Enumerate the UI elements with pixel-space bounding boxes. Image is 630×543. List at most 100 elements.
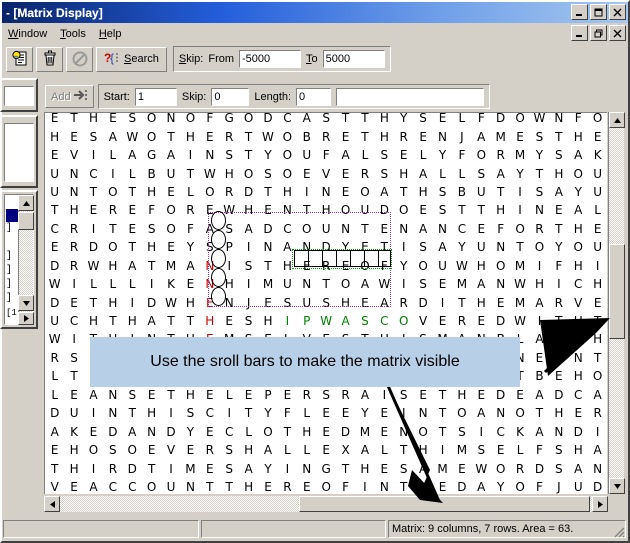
matrix-cell[interactable]: I xyxy=(297,183,316,201)
matrix-cell[interactable]: O xyxy=(588,113,607,127)
matrix-cell[interactable]: L xyxy=(103,275,122,293)
matrix-cell[interactable]: O xyxy=(569,164,588,182)
matrix-cell[interactable]: E xyxy=(375,220,394,238)
matrix-row[interactable]: EVILAGAINSTYOUFALSELYFORMYSAKEREJOICEA xyxy=(45,146,607,164)
matrix-cell[interactable]: E xyxy=(181,275,200,293)
matrix-cell[interactable]: E xyxy=(316,422,335,440)
matrix-cell[interactable]: C xyxy=(452,220,471,238)
no-entry-icon-button[interactable] xyxy=(66,46,93,72)
matrix-cell[interactable]: L xyxy=(297,441,316,459)
matrix-cell[interactable]: L xyxy=(588,201,607,219)
matrix-cell[interactable]: N xyxy=(336,220,355,238)
matrix-cell[interactable]: U xyxy=(433,257,452,275)
matrix-cell[interactable]: U xyxy=(297,146,316,164)
matrix-cell[interactable]: A xyxy=(413,459,432,477)
matrix-cell[interactable]: O xyxy=(510,113,529,127)
matrix-horizontal-scrollbar[interactable] xyxy=(44,496,608,512)
matrix-cell[interactable]: S xyxy=(472,164,491,182)
matrix-cell[interactable]: E xyxy=(258,478,277,494)
matrix-cell[interactable]: C xyxy=(278,220,297,238)
matrix-cell[interactable]: A xyxy=(530,422,549,440)
hscroll-thumb[interactable] xyxy=(299,496,590,512)
matrix-cell[interactable]: A xyxy=(472,478,491,494)
matrix-cell[interactable]: E xyxy=(569,404,588,422)
matrix-cell[interactable]: A xyxy=(588,441,607,459)
matrix-cell[interactable]: A xyxy=(413,220,432,238)
matrix-cell[interactable]: T xyxy=(45,459,64,477)
matrix-cell[interactable]: N xyxy=(103,386,122,404)
matrix-cell[interactable]: L xyxy=(433,164,452,182)
matrix-cell[interactable]: T xyxy=(394,441,413,459)
matrix-canvas[interactable]: ETHESONOFGODCASTTHYSELFDOWNFORITISWRITTH… xyxy=(44,112,607,494)
matrix-cell[interactable]: F xyxy=(530,478,549,494)
menu-item-window[interactable]: WWindowindow xyxy=(2,27,54,41)
matrix-cell[interactable]: E xyxy=(530,349,549,367)
matrix-cell[interactable]: H xyxy=(220,164,239,182)
matrix-cell[interactable]: O xyxy=(394,201,413,219)
bg-scroll-thumb[interactable] xyxy=(18,212,34,230)
matrix-cell[interactable]: O xyxy=(142,113,161,127)
matrix-cell[interactable]: T xyxy=(530,164,549,182)
matrix-cell[interactable]: D xyxy=(258,113,277,127)
matrix-cell[interactable]: I xyxy=(220,404,239,422)
matrix-cell[interactable]: O xyxy=(394,312,413,330)
matrix-cell[interactable]: D xyxy=(123,459,142,477)
start-input[interactable]: 1 xyxy=(134,87,177,106)
matrix-cell[interactable]: M xyxy=(181,459,200,477)
matrix-cell[interactable]: S xyxy=(220,441,239,459)
matrix-cell[interactable]: N xyxy=(569,349,588,367)
matrix-cell[interactable]: I xyxy=(278,312,297,330)
matrix-cell[interactable]: A xyxy=(569,459,588,477)
matrix-cell[interactable]: M xyxy=(491,127,510,145)
matrix-cell[interactable]: E xyxy=(161,183,180,201)
matrix-cell[interactable]: E xyxy=(200,127,219,145)
matrix-cell[interactable]: S xyxy=(316,113,335,127)
matrix-cell[interactable]: E xyxy=(472,220,491,238)
matrix-cell[interactable]: S xyxy=(530,127,549,145)
matrix-cell[interactable]: E xyxy=(200,422,219,440)
matrix-cell[interactable]: E xyxy=(588,127,607,145)
matrix-cell[interactable]: A xyxy=(45,422,64,440)
matrix-cell[interactable]: E xyxy=(433,478,452,494)
matrix-cell[interactable]: P xyxy=(258,386,277,404)
matrix-cell[interactable]: C xyxy=(64,312,83,330)
matrix-cell[interactable]: W xyxy=(200,164,219,182)
matrix-cell[interactable]: V xyxy=(64,146,83,164)
matrix-cell[interactable]: A xyxy=(297,113,316,127)
matrix-cell[interactable]: H xyxy=(220,275,239,293)
matrix-cell[interactable]: O xyxy=(510,404,529,422)
matrix-cell[interactable]: S xyxy=(452,422,471,440)
matrix-cell[interactable]: T xyxy=(549,127,568,145)
matrix-cell[interactable]: L xyxy=(84,275,103,293)
matrix-cell[interactable]: D xyxy=(491,113,510,127)
matrix-cell[interactable]: U xyxy=(278,275,297,293)
matrix-cell[interactable]: S xyxy=(220,146,239,164)
matrix-cell[interactable]: E xyxy=(355,293,374,311)
background-window-middle[interactable] xyxy=(0,115,38,188)
menu-item-tools[interactable]: Tools xyxy=(54,27,93,41)
matrix-cell[interactable]: A xyxy=(472,404,491,422)
matrix-cell[interactable]: O xyxy=(278,127,297,145)
matrix-cell[interactable]: I xyxy=(510,201,529,219)
matrix-cell[interactable]: N xyxy=(491,404,510,422)
matrix-cell[interactable]: C xyxy=(123,478,142,494)
matrix-cell[interactable]: W xyxy=(510,312,529,330)
maximize-button[interactable] xyxy=(590,4,607,20)
matrix-cell[interactable]: E xyxy=(491,293,510,311)
matrix-cell[interactable]: H xyxy=(394,164,413,182)
matrix-cell[interactable]: U xyxy=(64,404,83,422)
matrix-cell[interactable]: Y xyxy=(491,478,510,494)
matrix-cell[interactable]: O xyxy=(239,164,258,182)
menu-item-help[interactable]: Help xyxy=(93,27,129,41)
matrix-cell[interactable]: I xyxy=(181,146,200,164)
matrix-cell[interactable]: Y xyxy=(394,113,413,127)
matrix-cell[interactable]: T xyxy=(394,183,413,201)
matrix-cell[interactable]: E xyxy=(64,386,83,404)
matrix-cell[interactable]: O xyxy=(181,113,200,127)
matrix-cell[interactable]: I xyxy=(549,349,568,367)
matrix-cell[interactable]: O xyxy=(142,127,161,145)
matrix-cell[interactable]: N xyxy=(530,201,549,219)
matrix-cell[interactable]: E xyxy=(200,386,219,404)
matrix-cell[interactable]: Y xyxy=(549,238,568,256)
matrix-cell[interactable]: U xyxy=(588,164,607,182)
